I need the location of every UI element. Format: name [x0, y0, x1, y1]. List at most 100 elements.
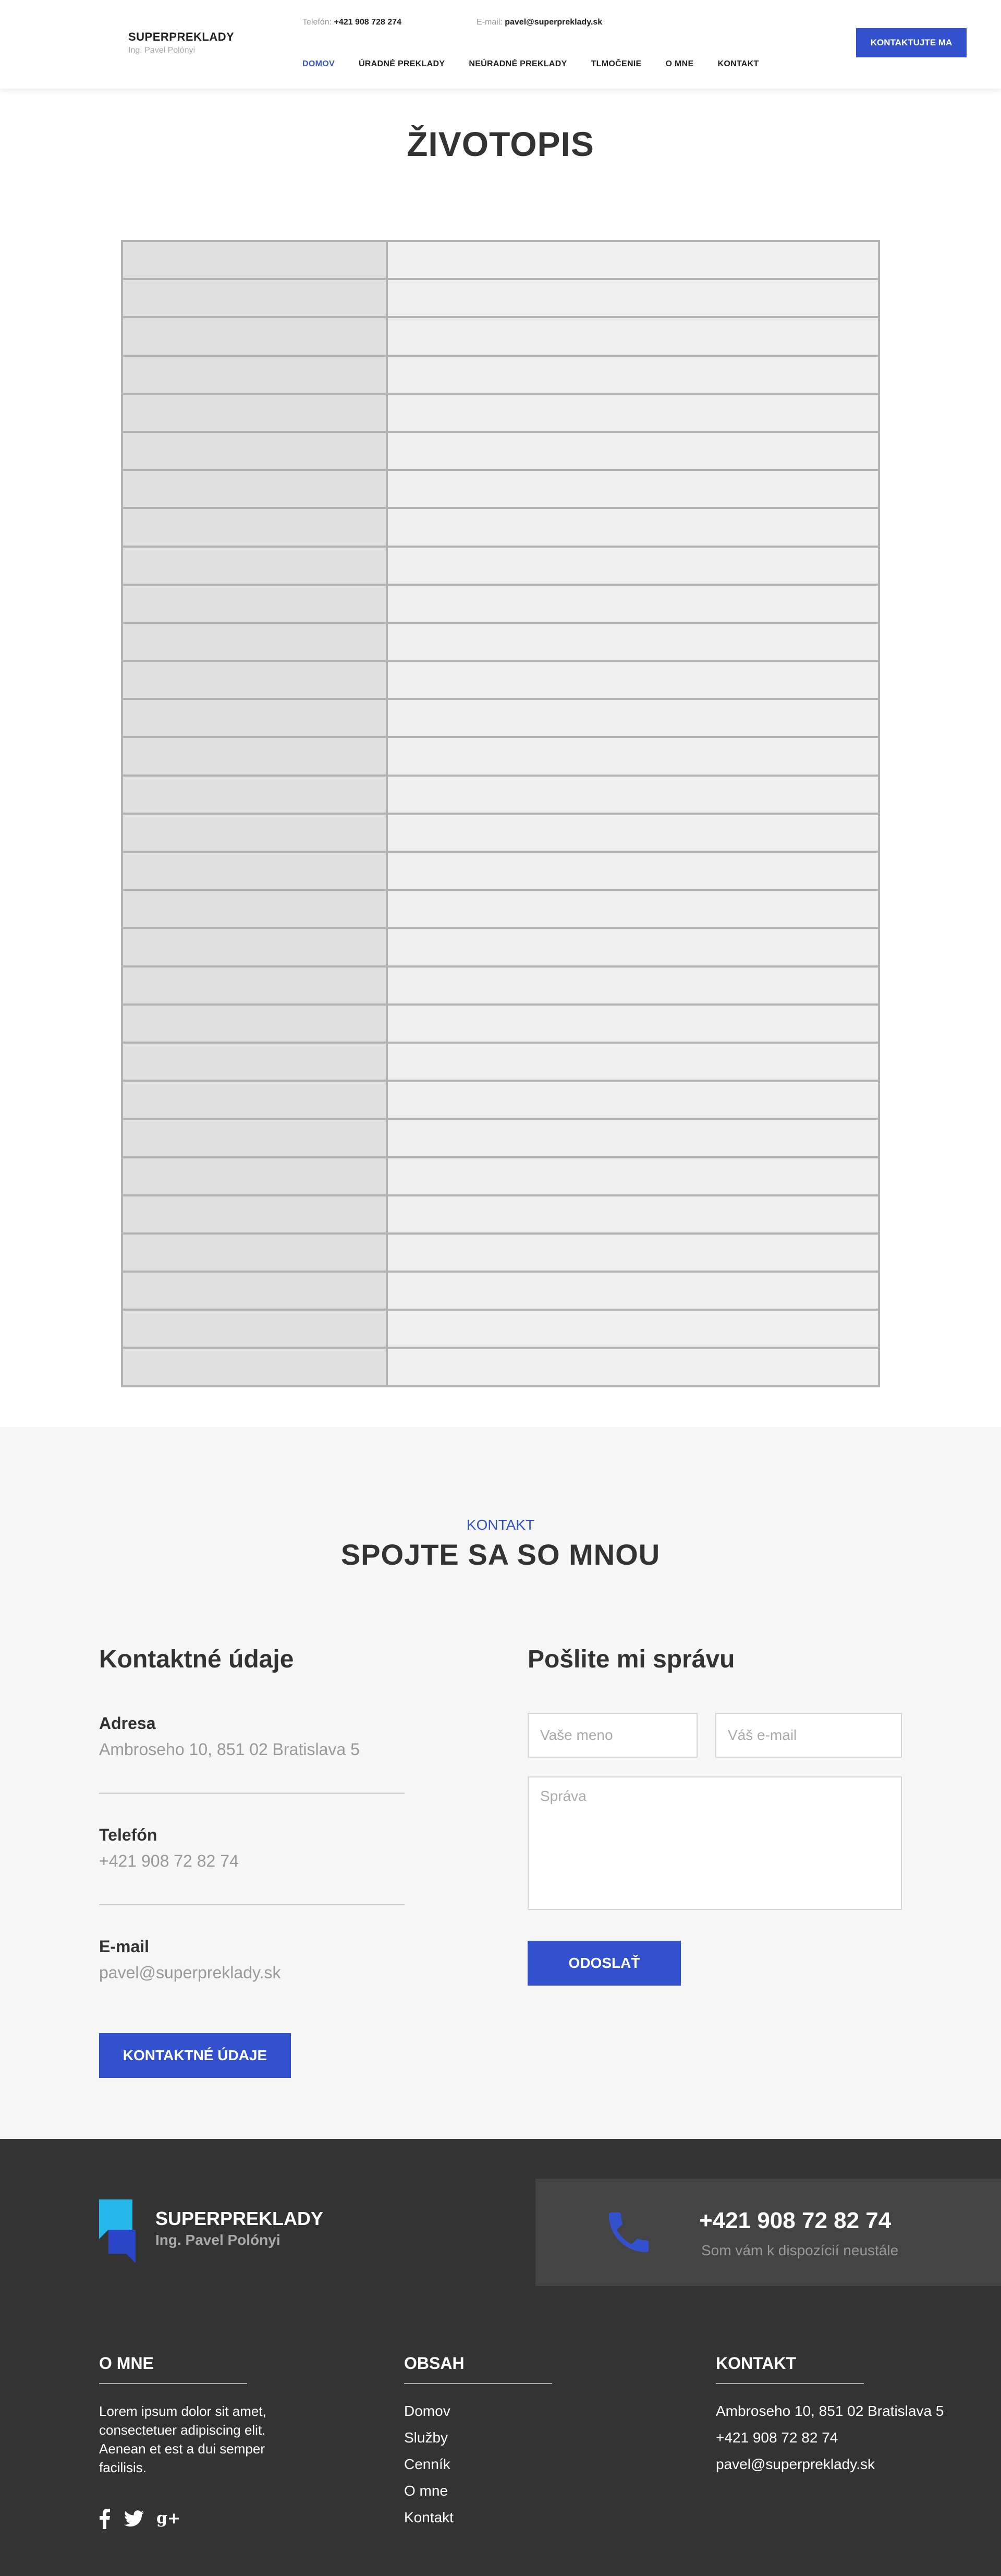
nav-item-o-mne[interactable]: O MNE: [666, 59, 694, 69]
table-cell-value: [386, 545, 880, 586]
nav-item-neuradne-preklady[interactable]: NEÚRADNÉ PREKLADY: [469, 59, 567, 69]
table-cell-label: [121, 583, 388, 624]
footer-link-o-mne[interactable]: O mne: [404, 2477, 454, 2504]
twitter-icon[interactable]: [124, 2510, 144, 2527]
site-footer: SUPERPREKLADY Ing. Pavel Polónyi +421 90…: [0, 2139, 1001, 2576]
table-row: [121, 316, 880, 357]
brand-logo[interactable]: SUPERPREKLADY Ing. Pavel Polónyi: [128, 30, 234, 55]
table-cell-value: [386, 889, 880, 929]
table-row: [121, 889, 880, 929]
header-email-label: E-mail:: [477, 18, 503, 27]
table-row: [121, 1156, 880, 1196]
table-row: [121, 927, 880, 967]
table-cell-label: [121, 965, 388, 1006]
nav-item-kontakt[interactable]: KONTAKT: [717, 59, 759, 69]
table-row: [121, 774, 880, 815]
facebook-icon[interactable]: [99, 2508, 111, 2529]
cv-table: [121, 239, 880, 1387]
table-row: [121, 736, 880, 777]
phone-label: Telefón: [99, 1825, 157, 1844]
table-row: [121, 1271, 880, 1311]
header-phone-value[interactable]: +421 908 728 274: [334, 18, 401, 27]
contact-me-button[interactable]: KONTAKTUJTE MA: [856, 28, 967, 57]
header-phone-label: Telefón:: [302, 18, 332, 27]
table-cell-value: [386, 736, 880, 777]
footer-brand-subtitle: Ing. Pavel Polónyi: [155, 2232, 280, 2248]
table-row: [121, 698, 880, 739]
table-cell-label: [121, 1309, 388, 1349]
table-row: [121, 545, 880, 586]
brand-name: SUPERPREKLADY: [128, 30, 235, 43]
send-button[interactable]: ODOSLAŤ: [528, 1941, 681, 1986]
phone-value[interactable]: +421 908 72 82 74: [99, 1852, 239, 1871]
phone-icon: [608, 2212, 649, 2253]
table-row: [121, 812, 880, 853]
footer-phone-box: +421 908 72 82 74 Som vám k dispozícií n…: [535, 2179, 1001, 2286]
divider: [716, 2383, 864, 2384]
email-input[interactable]: [715, 1713, 902, 1758]
table-cell-value: [386, 812, 880, 853]
main-nav: DOMOV ÚRADNÉ PREKLADY NEÚRADNÉ PREKLADY …: [302, 59, 759, 69]
table-cell-value: [386, 1347, 880, 1387]
table-row: [121, 239, 880, 281]
footer-contact-phone[interactable]: +421 908 72 82 74: [716, 2424, 944, 2451]
footer-about-text: Lorem ipsum dolor sit amet, consectetuer…: [99, 2403, 266, 2475]
table-row: [121, 354, 880, 395]
table-cell-value: [386, 1041, 880, 1082]
table-cell-label: [121, 1041, 388, 1082]
table-cell-label: [121, 1194, 388, 1235]
table-row: [121, 1003, 880, 1044]
nav-item-tlmocenie[interactable]: TLMOČENIE: [591, 59, 642, 69]
footer-link-kontakt[interactable]: Kontakt: [404, 2504, 454, 2531]
table-cell-value: [386, 1194, 880, 1235]
message-textarea[interactable]: [528, 1776, 902, 1910]
table-row: [121, 660, 880, 700]
table-cell-value: [386, 354, 880, 395]
footer-phone-subtitle: Som vám k dispozícií neustále: [701, 2242, 899, 2258]
contact-section: KONTAKT SPOJTE SA SO MNOU Kontaktné údaj…: [0, 1427, 1001, 2139]
footer-contact-title: KONTAKT: [716, 2354, 797, 2373]
footer-link-domov[interactable]: Domov: [404, 2398, 454, 2424]
table-row: [121, 850, 880, 891]
table-cell-label: [121, 507, 388, 548]
email-label: E-mail: [99, 1937, 150, 1956]
table-cell-label: [121, 1347, 388, 1387]
table-cell-value: [386, 1080, 880, 1120]
address-label: Adresa: [99, 1714, 156, 1733]
name-input[interactable]: [528, 1713, 698, 1758]
table-row: [121, 1118, 880, 1158]
table-row: [121, 621, 880, 662]
footer-phone-number[interactable]: +421 908 72 82 74: [699, 2208, 891, 2234]
table-cell-value: [386, 774, 880, 815]
google-plus-icon[interactable]: g+: [156, 2509, 180, 2527]
table-cell-value: [386, 583, 880, 624]
table-cell-label: [121, 392, 388, 433]
table-cell-label: [121, 927, 388, 967]
footer-content-title: OBSAH: [404, 2354, 465, 2373]
table-cell-label: [121, 774, 388, 815]
table-cell-value: [386, 1156, 880, 1196]
contact-details-button[interactable]: KONTAKTNÉ ÚDAJE: [99, 2033, 291, 2078]
email-value[interactable]: pavel@superpreklady.sk: [99, 1963, 281, 1982]
footer-contact-address: Ambroseho 10, 851 02 Bratislava 5: [716, 2403, 944, 2419]
table-cell-value: [386, 698, 880, 739]
table-cell-value: [386, 1232, 880, 1273]
header-email-value[interactable]: pavel@superpreklady.sk: [505, 18, 602, 27]
table-row: [121, 392, 880, 433]
footer-link-cennik[interactable]: Cenník: [404, 2451, 454, 2477]
table-cell-label: [121, 850, 388, 891]
table-cell-label: [121, 812, 388, 853]
section-kicker: KONTAKT: [466, 1517, 535, 1533]
table-cell-label: [121, 316, 388, 357]
nav-item-domov[interactable]: DOMOV: [302, 59, 335, 69]
table-cell-value: [386, 660, 880, 700]
nav-item-uradne-preklady[interactable]: ÚRADNÉ PREKLADY: [359, 59, 445, 69]
header-email: E-mail: pavel@superpreklady.sk: [477, 18, 602, 27]
footer-link-sluzby[interactable]: Služby: [404, 2424, 454, 2451]
table-cell-value: [386, 965, 880, 1006]
footer-contact-email[interactable]: pavel@superpreklady.sk: [716, 2451, 944, 2477]
table-row: [121, 507, 880, 548]
table-cell-label: [121, 736, 388, 777]
table-cell-label: [121, 1156, 388, 1196]
table-cell-value: [386, 1118, 880, 1158]
